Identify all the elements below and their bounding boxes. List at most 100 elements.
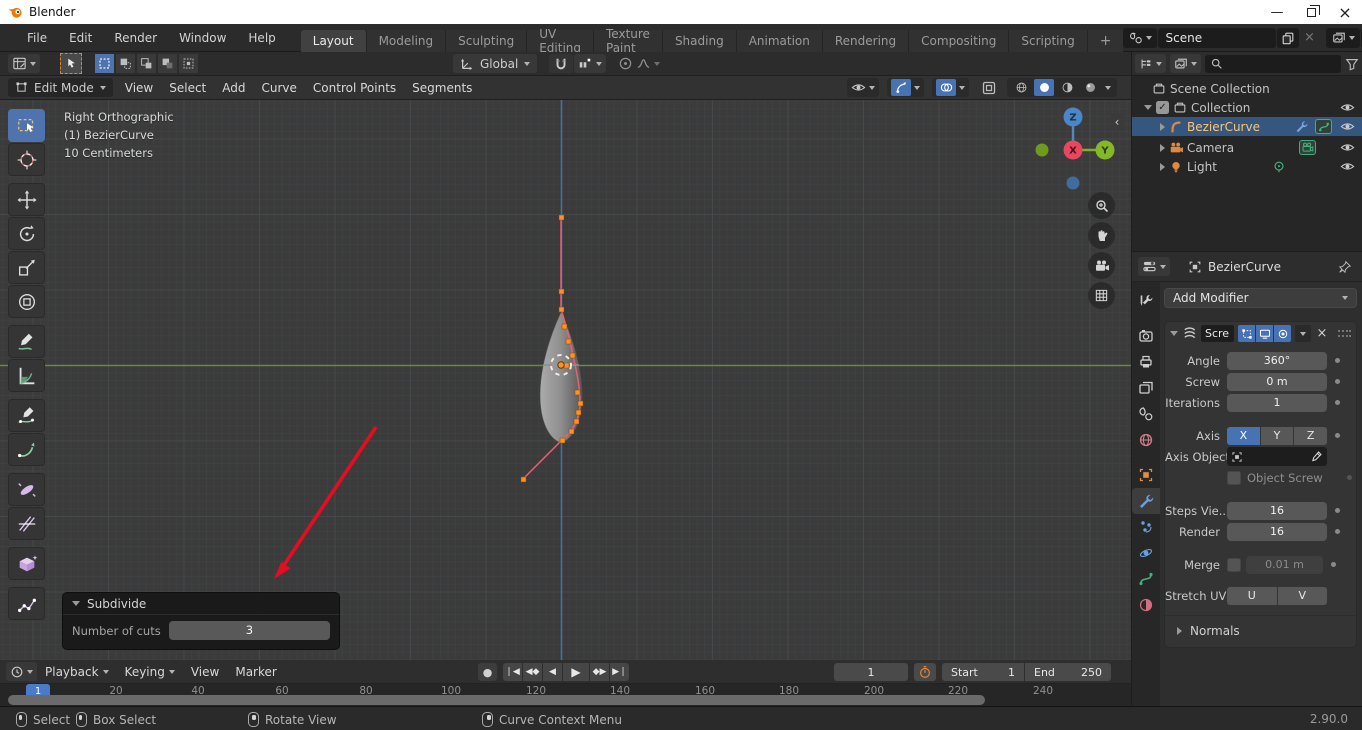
tab-particles[interactable] — [1132, 514, 1160, 540]
add-modifier-dropdown[interactable]: Add Modifier — [1164, 288, 1357, 308]
animate-dot[interactable] — [1347, 475, 1352, 480]
shading-wireframe-button[interactable] — [1011, 79, 1031, 96]
next-keyframe-button[interactable]: ◆▶ — [590, 663, 609, 681]
iterations-field[interactable]: 1 — [1227, 394, 1327, 412]
tool-draw-curve[interactable] — [8, 399, 45, 432]
viewport-3d[interactable]: Z Y X Right Orthographic (1) BezierCurve… — [0, 100, 1131, 660]
gizmo-toggle[interactable] — [891, 79, 911, 96]
restore-button[interactable] — [1294, 0, 1328, 24]
object-visibility-dropdown[interactable] — [847, 78, 879, 97]
timeline-menu-marker[interactable]: Marker — [227, 665, 284, 679]
workspace-tab-shading[interactable]: Shading — [663, 30, 737, 52]
stretch-v-button[interactable]: V — [1278, 587, 1328, 605]
menu-file[interactable]: File — [16, 24, 58, 52]
xray-toggle-icon[interactable] — [981, 80, 997, 96]
eye-icon[interactable] — [1340, 140, 1355, 155]
tab-physics[interactable] — [1132, 540, 1160, 566]
tab-view-layer[interactable] — [1132, 375, 1160, 401]
perspective-toggle-button[interactable] — [1088, 282, 1115, 309]
current-frame-field[interactable]: 1 — [834, 663, 908, 681]
menu-render[interactable]: Render — [103, 24, 168, 52]
zoom-button[interactable] — [1088, 192, 1115, 219]
start-frame-field[interactable]: Start1 — [942, 663, 1024, 681]
vp-menu-curve[interactable]: Curve — [254, 81, 305, 95]
timeline-menu-keying[interactable]: Keying — [117, 665, 183, 679]
curve-data-badge[interactable] — [1315, 119, 1332, 134]
tab-output[interactable] — [1132, 349, 1160, 375]
outliner-display-mode-button[interactable] — [1135, 54, 1166, 73]
new-scene-button[interactable] — [1277, 28, 1299, 48]
menu-edit[interactable]: Edit — [58, 24, 103, 52]
gizmo-z-negative[interactable] — [1067, 177, 1080, 190]
normals-subpanel-label[interactable]: Normals — [1190, 624, 1240, 638]
select-mode-new-button[interactable] — [95, 54, 114, 73]
falloff-curve-icon[interactable] — [636, 56, 651, 71]
axis-z-button[interactable]: Z — [1294, 427, 1327, 445]
tab-render[interactable] — [1132, 323, 1160, 349]
tool-curve-extrude[interactable] — [8, 433, 45, 466]
animate-dot[interactable] — [1335, 508, 1340, 513]
vp-menu-segments[interactable]: Segments — [404, 81, 480, 95]
snap-toggle-button[interactable] — [549, 54, 573, 73]
number-of-cuts-field[interactable]: 3 — [169, 621, 330, 640]
vp-menu-control-points[interactable]: Control Points — [305, 81, 404, 95]
workspace-tab-animation[interactable]: Animation — [737, 30, 823, 52]
snap-settings-dropdown[interactable] — [574, 54, 606, 73]
angle-field[interactable]: 360° — [1227, 352, 1327, 370]
use-preview-range-button[interactable] — [914, 663, 936, 681]
tool-transform[interactable] — [8, 285, 45, 318]
modifier-wrench-icon[interactable] — [1295, 120, 1308, 133]
merge-distance-field[interactable]: 0.01 m — [1246, 556, 1323, 574]
timeline-menu-playback[interactable]: Playback — [37, 665, 117, 679]
mode-dropdown[interactable]: Edit Mode — [8, 78, 113, 97]
axis-object-field[interactable] — [1227, 447, 1327, 466]
pin-icon[interactable] — [1338, 260, 1352, 274]
outliner-row-collection[interactable]: ✓ Collection — [1132, 98, 1362, 117]
camera-view-button[interactable] — [1088, 252, 1115, 279]
jump-to-start-button[interactable]: ❘◀ — [503, 663, 522, 681]
animate-dot[interactable] — [1335, 400, 1340, 405]
screw-field[interactable]: 0 m — [1227, 373, 1327, 391]
tool-annotate[interactable] — [8, 325, 45, 358]
axis-y-button[interactable]: Y — [1261, 427, 1294, 445]
timeline-ruler[interactable]: 20 40 60 80 100 120 140 160 180 200 220 … — [0, 684, 1131, 706]
jump-to-end-button[interactable]: ▶❘ — [610, 663, 629, 681]
workspace-tab-scripting[interactable]: Scripting — [1009, 30, 1087, 52]
animate-dot[interactable] — [1335, 379, 1340, 384]
workspace-tab-sculpting[interactable]: Sculpting — [446, 30, 527, 52]
merge-checkbox[interactable] — [1227, 558, 1241, 572]
animate-dot[interactable] — [1335, 433, 1340, 438]
scene-browse-button[interactable] — [1123, 28, 1157, 48]
shading-rendered-button[interactable] — [1080, 79, 1100, 96]
active-tool-tweak-button[interactable] — [60, 53, 82, 74]
shading-material-button[interactable] — [1057, 79, 1077, 96]
drag-handle-icon[interactable] — [1337, 329, 1351, 339]
modifier-render-toggle[interactable] — [1274, 325, 1291, 342]
collection-checkbox[interactable]: ✓ — [1156, 101, 1169, 114]
eye-icon[interactable] — [1340, 119, 1355, 134]
eye-icon[interactable] — [1340, 100, 1355, 115]
axis-x-button[interactable]: X — [1227, 427, 1260, 445]
minimize-button[interactable]: — — [1260, 0, 1294, 24]
animate-dot[interactable] — [1331, 562, 1336, 567]
menu-window[interactable]: Window — [168, 24, 237, 52]
properties-editor-type-button[interactable] — [1138, 257, 1170, 276]
expand-triangle-icon[interactable] — [1160, 123, 1165, 131]
tab-object[interactable] — [1132, 462, 1160, 488]
select-mode-extend-button[interactable] — [116, 54, 135, 73]
add-workspace-button[interactable]: + — [1088, 30, 1124, 52]
tool-measure[interactable] — [8, 359, 45, 392]
select-mode-subtract-button[interactable] — [137, 54, 156, 73]
tab-material[interactable] — [1132, 592, 1160, 618]
play-button[interactable]: ▶ — [563, 663, 589, 681]
timeline-menu-view[interactable]: View — [183, 665, 227, 679]
workspace-tab-uv-editing[interactable]: UV Editing — [527, 30, 594, 52]
outliner-filter-id-button[interactable] — [1170, 54, 1201, 73]
unlink-scene-button[interactable]: × — [1300, 28, 1318, 48]
proportional-edit-icon[interactable] — [618, 56, 633, 71]
vp-menu-select[interactable]: Select — [161, 81, 214, 95]
outliner-row-camera[interactable]: Camera — [1132, 138, 1362, 157]
end-frame-field[interactable]: End250 — [1025, 663, 1111, 681]
tab-modifiers[interactable] — [1132, 488, 1160, 514]
editor-type-button[interactable] — [8, 54, 40, 73]
